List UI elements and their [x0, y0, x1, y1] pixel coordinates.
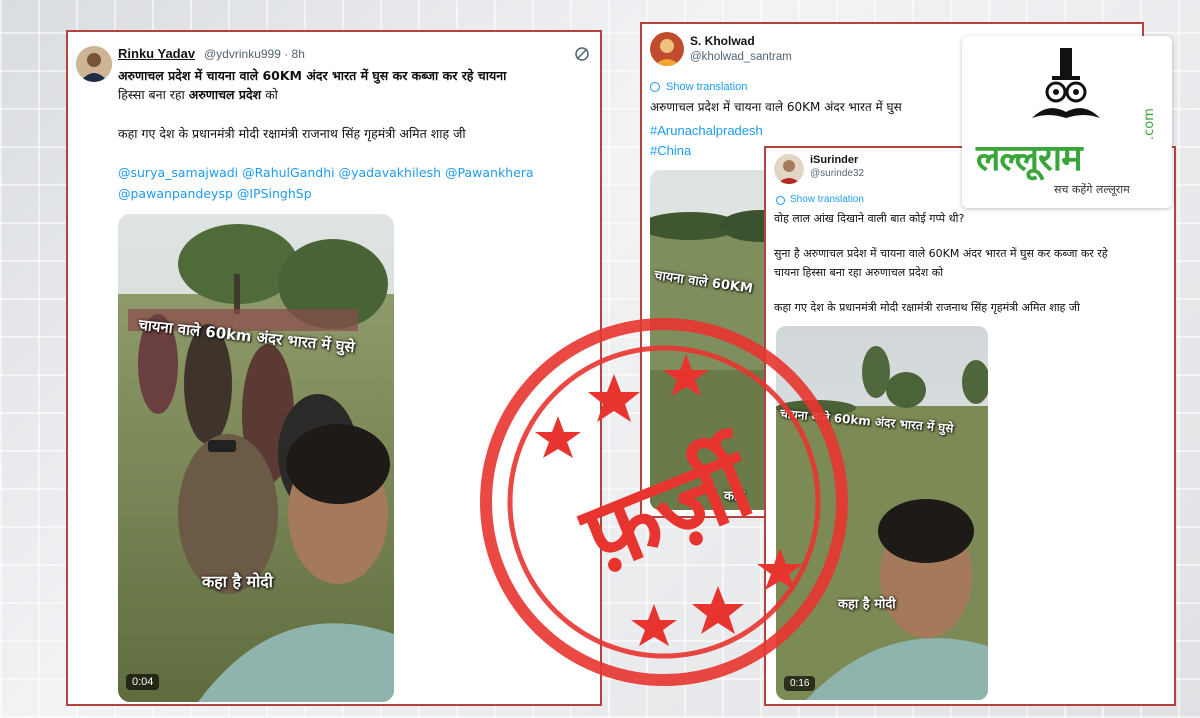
lalluram-logo: लल्लूराम .com सच कहेंगे लल्लूराम	[962, 36, 1172, 208]
author-handle[interactable]: @kholwad_santram	[690, 51, 792, 63]
brand-dotcom: .com	[1142, 108, 1157, 140]
show-translation-link[interactable]: Show translation	[666, 81, 747, 93]
tweet-video[interactable]: चायना वाले 60km अंदर भारत में घुसे कहा ह…	[118, 214, 394, 702]
author-name[interactable]: S. Kholwad	[690, 34, 755, 48]
tweet-line-3: चायना हिस्सा बना रहा अरुणाचल प्रदेश को	[774, 266, 944, 279]
author-name[interactable]: iSurinder	[810, 154, 858, 166]
tweet-line-2-c: को	[261, 87, 278, 102]
tweet-line-2-a: हिस्सा बना रहा	[118, 87, 189, 102]
tweet-line-2-b: अरुणाचल प्रदेश	[188, 87, 262, 102]
show-translation-link[interactable]: Show translation	[790, 194, 864, 205]
video-frame-image	[118, 214, 394, 702]
author-handle[interactable]: @surinde32	[810, 168, 864, 179]
tweet-line-3: कहा गए देश के प्रधानमंत्री मोदी रक्षामंत…	[118, 126, 466, 141]
tweet-line-1: अरुणाचल प्रदेश में चायना वाले 60KM अंदर …	[118, 66, 506, 85]
translate-icon	[650, 82, 660, 92]
tweet-line-2: सुना है अरुणाचल प्रदेश में चायना वाले 60…	[774, 247, 1108, 260]
video-overlay-text-2: कहा है मोदी	[202, 572, 273, 591]
avatar[interactable]	[650, 32, 684, 66]
fake-stamp: फ़र्ज़ी	[480, 318, 848, 686]
mascot-icon	[1032, 48, 1100, 118]
author-name[interactable]: Rinku Yadav	[118, 46, 195, 61]
mentions-line-1[interactable]: @surya_samajwadi @RahulGandhi @yadavakhi…	[118, 162, 534, 183]
tweet-line-1-text: अरुणाचल प्रदेश में चायना वाले 60KM अंदर …	[118, 68, 507, 83]
hashtag-china[interactable]: #China	[650, 143, 691, 158]
stamp-text: फ़र्ज़ी	[566, 424, 773, 595]
tweet-line-1: वोह लाल आंख दिखाने वाली बात कोई गप्पे थी…	[774, 212, 965, 225]
tweet-text: अरुणाचल प्रदेश में चायना वाले 60KM अंदर …	[650, 100, 902, 114]
translate-icon	[776, 196, 785, 205]
avatar[interactable]	[76, 46, 112, 82]
hashtag-arunachalpradesh[interactable]: #Arunachalpradesh	[650, 123, 763, 138]
brand-tagline: सच कहेंगे लल्लूराम	[1054, 183, 1130, 196]
avatar[interactable]	[774, 154, 804, 184]
author-handle[interactable]: @ydvrinku999 · 8h	[204, 47, 305, 61]
grok-icon[interactable]	[574, 46, 590, 62]
mentions-line-2[interactable]: @pawanpandeysp @IPSinghSp	[118, 183, 312, 204]
tweet-line-2: हिस्सा बना रहा अरुणाचल प्रदेश को	[118, 85, 278, 104]
video-duration: 0:04	[126, 674, 160, 690]
brand-name: लल्लूराम	[976, 138, 1083, 179]
